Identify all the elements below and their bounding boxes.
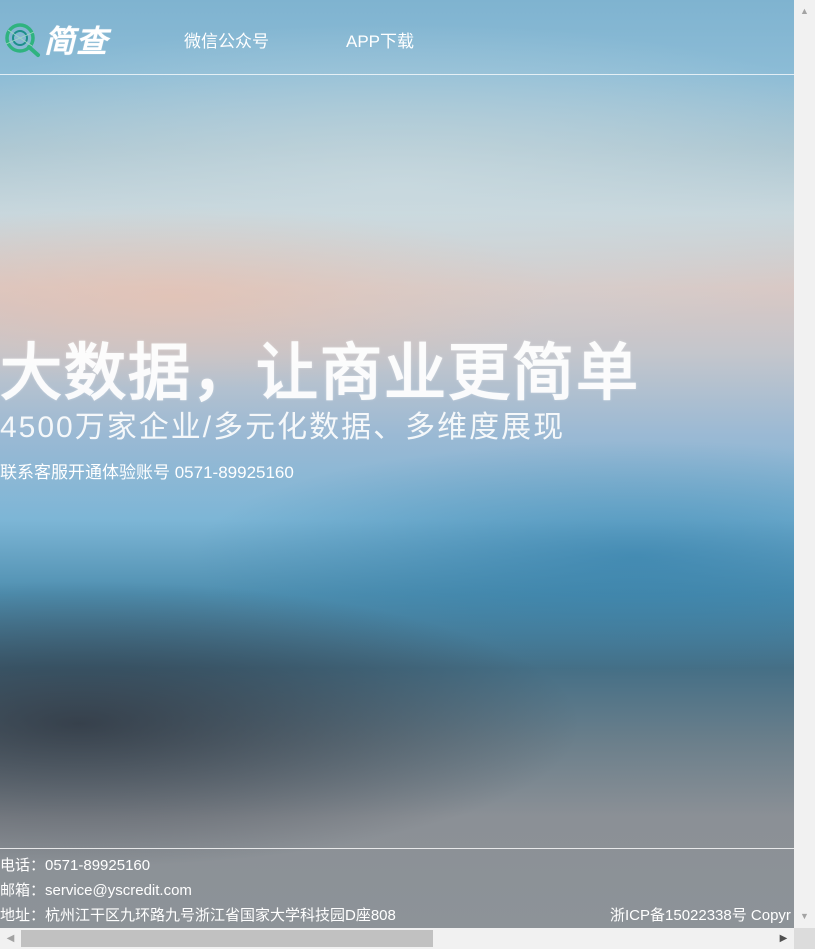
hero-contact-text: 联系客服开通体验账号 0571-89925160 (0, 463, 294, 482)
logo-text: 简查 (44, 23, 108, 59)
vertical-scrollbar[interactable]: ▲ ▼ (794, 0, 815, 928)
site-header: 简查 微信公众号 APP下载 (0, 0, 794, 75)
footer-icp-copyright: 浙ICP备15022338号 Copyr (610, 907, 791, 924)
horizontal-scrollbar-thumb[interactable] (21, 930, 433, 947)
horizontal-scrollbar[interactable]: ◀ ▶ (0, 928, 794, 949)
magnifier-logo-icon (5, 23, 40, 57)
nav-app-download-link[interactable]: APP下载 (346, 27, 414, 52)
arrow-up-icon[interactable]: ▲ (794, 0, 815, 21)
page-viewport: 简查 微信公众号 APP下载 大数据，让商业更简单 4500万家企业/多元化数据… (0, 0, 794, 928)
footer-address: 地址：杭州江干区九环路九号浙江省国家大学科技园D座808 (0, 907, 396, 924)
logo[interactable]: 简查 (2, 18, 134, 59)
arrow-right-icon[interactable]: ▶ (773, 928, 794, 949)
site-footer: 电话：0571-89925160 邮箱：service@yscredit.com… (0, 848, 794, 928)
hero-subtitle: 4500万家企业/多元化数据、多维度展现 (0, 411, 566, 444)
scrollbar-corner (794, 928, 815, 949)
nav-wechat-link[interactable]: 微信公众号 (184, 27, 269, 52)
footer-email: 邮箱：service@yscredit.com (0, 882, 192, 899)
footer-phone: 电话：0571-89925160 (0, 857, 151, 874)
arrow-down-icon[interactable]: ▼ (794, 905, 815, 926)
arrow-left-icon[interactable]: ◀ (0, 928, 21, 949)
hero-title: 大数据，让商业更简单 (0, 339, 641, 408)
